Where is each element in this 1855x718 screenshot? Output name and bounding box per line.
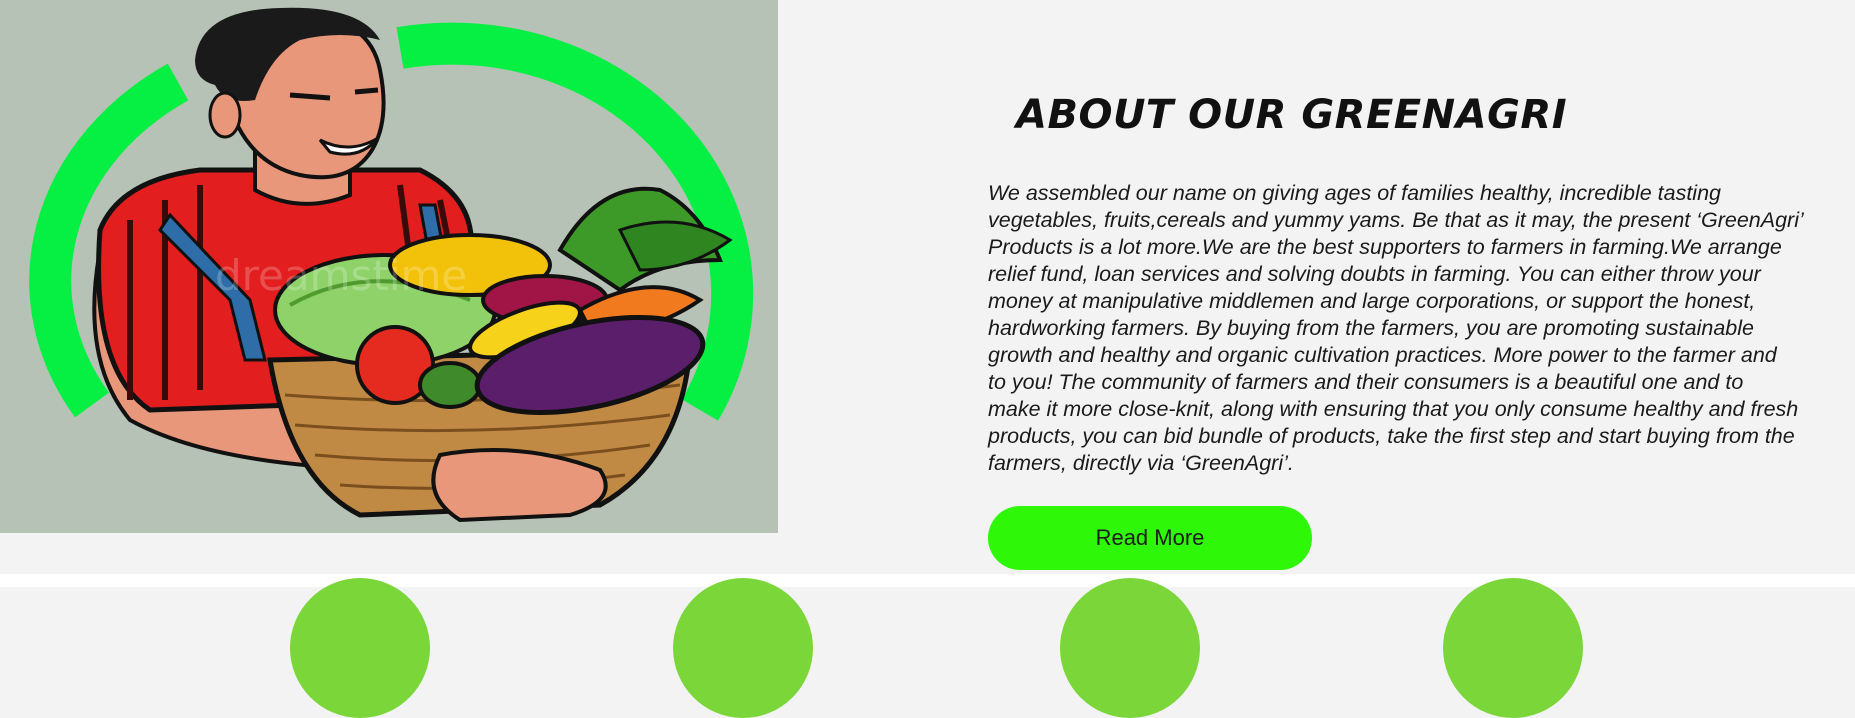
farmer-eye-left — [289, 92, 331, 101]
about-paragraph-line: We assembled our name on giving ages of … — [988, 181, 1721, 205]
about-paragraph-line: money at manipulative middlemen and larg… — [988, 289, 1756, 313]
about-section: ABOUT OUR GREENAGRI We assembled our nam… — [988, 0, 1808, 587]
read-more-button[interactable]: Read More — [988, 506, 1312, 570]
about-title: ABOUT OUR GREENAGRI — [1016, 92, 1568, 138]
feature-circle[interactable] — [1443, 578, 1583, 718]
about-paragraph-line: to you! The community of farmers and the… — [988, 370, 1744, 394]
farmer-eye-right — [354, 87, 379, 95]
farmer-ear — [208, 91, 242, 139]
hero-farmer-image: dreamstime — [0, 0, 778, 533]
broccoli — [418, 361, 482, 409]
farmer-illustration: dreamstime — [29, 7, 754, 523]
section-divider — [0, 574, 1855, 587]
about-paragraph-line: growth and healthy and organic cultivati… — [988, 343, 1777, 367]
about-paragraph-line: relief fund, loan services and solving d… — [988, 262, 1761, 286]
feature-circle[interactable] — [673, 578, 813, 718]
feature-circle[interactable] — [290, 578, 430, 718]
about-paragraph-line: hardworking farmers. By buying from the … — [988, 316, 1754, 340]
feature-circle[interactable] — [1060, 578, 1200, 718]
about-paragraph-line: farmers, directly via ‘GreenAgri’. — [988, 451, 1294, 475]
watermark-text: dreamstime — [215, 251, 467, 300]
about-paragraph-line: Products is a lot more.We are the best s… — [988, 235, 1782, 259]
about-paragraph-line: products, you can bid bundle of products… — [988, 424, 1795, 448]
about-paragraph-line: vegetables, fruits,cereals and yummy yam… — [988, 208, 1804, 232]
about-paragraph-line: make it more close-knit, along with ensu… — [988, 397, 1799, 421]
about-paragraph: We assembled our name on giving ages of … — [988, 180, 1808, 477]
